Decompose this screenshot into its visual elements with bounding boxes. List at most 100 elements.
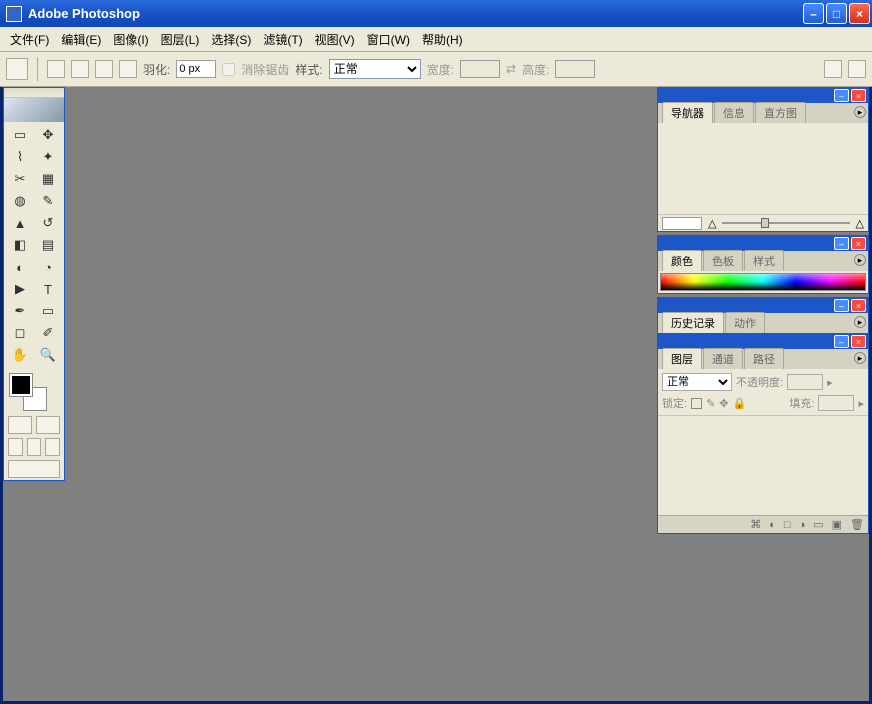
brushes-palette-button[interactable] <box>848 60 866 78</box>
clone-stamp-tool[interactable]: ▲ <box>6 212 34 234</box>
lock-position-icon[interactable]: ✥ <box>719 397 728 410</box>
blend-mode-select[interactable]: 正常 <box>662 373 732 391</box>
opacity-flyout-icon[interactable]: ▸ <box>827 376 833 389</box>
marquee-tool[interactable]: ▭ <box>6 124 34 146</box>
move-tool[interactable]: ✥ <box>34 124 62 146</box>
zoom-slider-thumb[interactable] <box>761 218 769 228</box>
panel-flyout-button[interactable]: ▸ <box>854 352 866 364</box>
tab-history[interactable]: 历史记录 <box>662 312 724 333</box>
eyedropper-tool[interactable]: ✐ <box>34 322 62 344</box>
layers-panel-header[interactable]: – × <box>658 334 868 349</box>
path-selection-tool[interactable]: ▶ <box>6 278 34 300</box>
color-spectrum[interactable] <box>660 273 866 291</box>
panel-close-button[interactable]: × <box>851 299 866 312</box>
standard-mode-button[interactable] <box>8 416 32 434</box>
foreground-color-swatch[interactable] <box>10 374 32 396</box>
palette-well-button[interactable] <box>824 60 842 78</box>
toolbox-grip[interactable] <box>4 88 64 98</box>
menu-select[interactable]: 选择(S) <box>205 28 257 51</box>
notes-tool[interactable]: ◻ <box>6 322 34 344</box>
lock-transparency-icon[interactable] <box>691 398 702 409</box>
panel-minimize-button[interactable]: – <box>834 335 849 348</box>
history-brush-tool[interactable]: ↺ <box>34 212 62 234</box>
adjustment-icon[interactable]: ◑ <box>799 519 806 531</box>
link-icon[interactable]: ⌘ <box>750 518 761 531</box>
window-close-button[interactable]: × <box>849 3 870 24</box>
menu-view[interactable]: 视图(V) <box>309 28 361 51</box>
tab-navigator[interactable]: 导航器 <box>662 102 713 123</box>
selection-add-button[interactable] <box>71 60 89 78</box>
current-tool-icon[interactable] <box>6 58 28 80</box>
window-maximize-button[interactable]: □ <box>826 3 847 24</box>
menu-layer[interactable]: 图层(L) <box>155 28 206 51</box>
type-tool[interactable]: T <box>34 278 62 300</box>
selection-intersect-button[interactable] <box>119 60 137 78</box>
lock-image-icon[interactable]: ✎ <box>706 397 715 410</box>
opacity-input[interactable] <box>787 374 823 390</box>
panel-close-button[interactable]: × <box>851 89 866 102</box>
layers-list[interactable] <box>658 415 868 515</box>
brush-tool[interactable]: ✎ <box>34 190 62 212</box>
eraser-tool[interactable]: ◧ <box>6 234 34 256</box>
screen-full-menubar-button[interactable] <box>27 438 42 456</box>
menu-image[interactable]: 图像(I) <box>107 28 154 51</box>
tab-histogram[interactable]: 直方图 <box>755 102 806 123</box>
zoom-in-icon[interactable]: △ <box>856 217 864 230</box>
group-icon[interactable]: ▭ <box>813 518 823 531</box>
screen-full-button[interactable] <box>45 438 60 456</box>
pen-tool[interactable]: ✒ <box>6 300 34 322</box>
panel-close-button[interactable]: × <box>851 237 866 250</box>
zoom-input[interactable] <box>662 217 702 230</box>
tab-color[interactable]: 颜色 <box>662 250 702 271</box>
panel-flyout-button[interactable]: ▸ <box>854 316 866 328</box>
menu-filter[interactable]: 滤镜(T) <box>257 28 308 51</box>
hand-tool[interactable]: ✋ <box>6 344 34 366</box>
tab-styles[interactable]: 样式 <box>744 250 784 271</box>
healing-brush-tool[interactable]: ◍ <box>6 190 34 212</box>
new-layer-icon[interactable]: ▣ <box>832 518 842 531</box>
menu-window[interactable]: 窗口(W) <box>361 28 416 51</box>
mask-icon[interactable]: □ <box>784 519 791 531</box>
tab-info[interactable]: 信息 <box>714 102 754 123</box>
navigator-preview[interactable] <box>658 123 868 215</box>
zoom-slider[interactable] <box>722 222 849 224</box>
tab-paths[interactable]: 路径 <box>744 348 784 369</box>
navigator-panel-header[interactable]: – × <box>658 88 868 103</box>
panel-close-button[interactable]: × <box>851 335 866 348</box>
tab-actions[interactable]: 动作 <box>725 312 765 333</box>
screen-standard-button[interactable] <box>8 438 23 456</box>
shape-tool[interactable]: ▭ <box>34 300 62 322</box>
panel-minimize-button[interactable]: – <box>834 299 849 312</box>
panel-flyout-button[interactable]: ▸ <box>854 254 866 266</box>
selection-new-button[interactable] <box>47 60 65 78</box>
quickmask-mode-button[interactable] <box>36 416 60 434</box>
tab-channels[interactable]: 通道 <box>703 348 743 369</box>
zoom-out-icon[interactable]: △ <box>708 217 716 230</box>
magic-wand-tool[interactable]: ✦ <box>34 146 62 168</box>
fill-input[interactable] <box>818 395 854 411</box>
tab-swatches[interactable]: 色板 <box>703 250 743 271</box>
feather-input[interactable] <box>176 60 216 78</box>
history-panel-header[interactable]: – × <box>658 298 868 313</box>
jump-to-imageready-button[interactable] <box>8 460 60 478</box>
dodge-tool[interactable]: ◔ <box>34 256 62 278</box>
trash-icon[interactable]: 🗑 <box>850 518 864 531</box>
panel-minimize-button[interactable]: – <box>834 89 849 102</box>
crop-tool[interactable]: ✂ <box>6 168 34 190</box>
slice-tool[interactable]: ▦ <box>34 168 62 190</box>
layer-style-icon[interactable]: ◐ <box>769 519 776 531</box>
workspace-canvas-area[interactable]: ▭✥⌇✦✂▦◍✎▲↺◧▤◐◔▶T✒▭◻✐✋🔍 – × 导航器 信息 直方图 ▸ <box>3 87 869 701</box>
fill-flyout-icon[interactable]: ▸ <box>858 397 864 410</box>
menu-edit[interactable]: 编辑(E) <box>55 28 107 51</box>
panel-minimize-button[interactable]: – <box>834 237 849 250</box>
menu-help[interactable]: 帮助(H) <box>416 28 469 51</box>
window-minimize-button[interactable]: – <box>803 3 824 24</box>
tab-layers[interactable]: 图层 <box>662 348 702 369</box>
color-panel-header[interactable]: – × <box>658 236 868 251</box>
style-select[interactable]: 正常 <box>329 59 421 79</box>
lasso-tool[interactable]: ⌇ <box>6 146 34 168</box>
panel-flyout-button[interactable]: ▸ <box>854 106 866 118</box>
selection-subtract-button[interactable] <box>95 60 113 78</box>
zoom-tool[interactable]: 🔍 <box>34 344 62 366</box>
lock-all-icon[interactable]: 🔒 <box>733 397 747 410</box>
